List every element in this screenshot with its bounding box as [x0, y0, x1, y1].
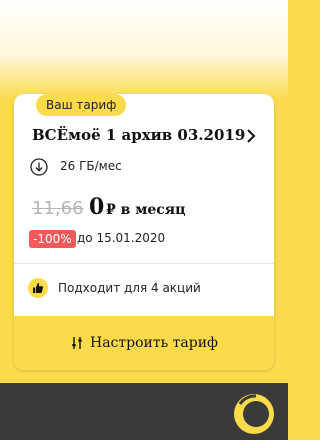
configure-tariff-label: Настроить тариф: [89, 335, 219, 351]
download-arrow-icon: [30, 158, 48, 176]
old-price: 11,66: [32, 198, 84, 219]
divider: [14, 263, 274, 264]
discount-badge: -100%: [29, 230, 76, 248]
promotions-text: Подходит для 4 акций: [58, 281, 201, 295]
configure-tariff-button[interactable]: Настроить тариф: [14, 316, 274, 370]
discount-until: до 15.01.2020: [77, 231, 166, 245]
your-tariff-badge: Ваш тариф: [36, 94, 127, 116]
background-gradient: [0, 0, 288, 100]
thumbs-up-icon: [28, 278, 48, 298]
data-allowance: 26 ГБ/мес: [60, 159, 122, 173]
tariff-card[interactable]: Ваш тариф ВСЁмоё 1 архив 03.2019 26 ГБ/м…: [14, 94, 274, 370]
chevron-right-icon[interactable]: [243, 128, 259, 144]
new-price: 0: [89, 194, 105, 220]
beeline-logo-icon: [234, 394, 274, 434]
tariff-name: ВСЁмоё 1 архив 03.2019: [32, 126, 246, 144]
sliders-icon: [72, 337, 82, 349]
price-unit: ₽ в месяц: [106, 202, 186, 218]
